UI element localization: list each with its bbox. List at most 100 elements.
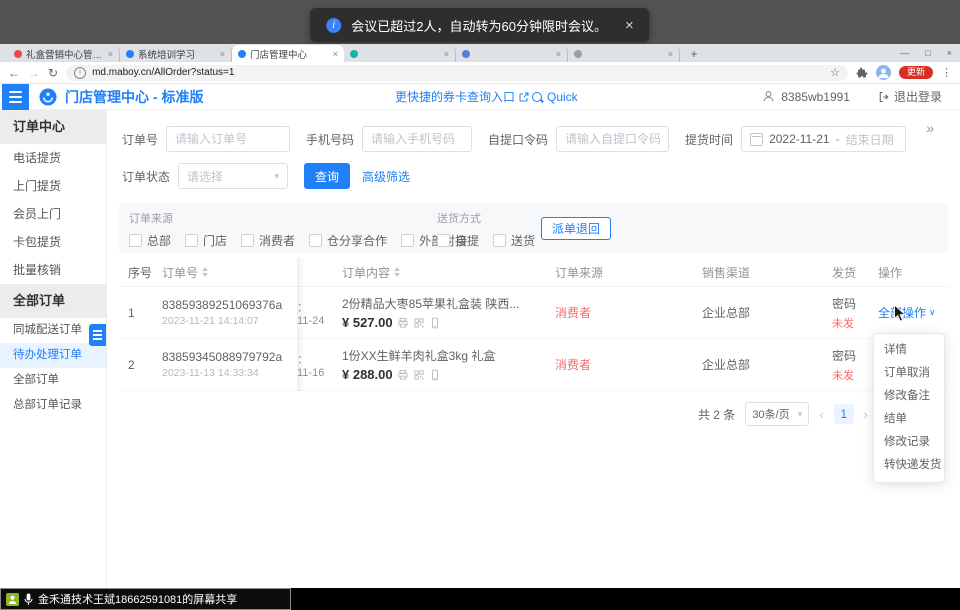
sidebar-section-order-center[interactable]: 订单中心 <box>0 110 106 144</box>
advanced-filter-link[interactable]: 高级筛选 <box>362 168 410 185</box>
sidebar-item-hq-order-records[interactable]: 总部订单记录 <box>0 393 106 418</box>
sidebar-collapse-handle[interactable] <box>89 324 106 346</box>
dispatch-return-button[interactable]: 派单退回 <box>541 217 611 240</box>
checkbox-delivery[interactable]: 送货 <box>493 232 535 249</box>
checkbox-icon <box>437 234 450 247</box>
col-header-order-no[interactable]: 订单号 <box>152 264 297 281</box>
info-icon: i <box>326 18 341 33</box>
tab-close-icon[interactable]: × <box>220 49 225 59</box>
browser-tab-1[interactable]: 礼盒营销中心管理中心 × <box>8 45 120 62</box>
coupon-query-link[interactable]: 更快捷的券卡查询入口 <box>395 88 529 105</box>
menu-item-details[interactable]: 详情 <box>874 339 944 362</box>
col-header-actions: 操作 <box>874 264 948 281</box>
tab-close-icon[interactable]: × <box>668 49 673 59</box>
all-actions-dropdown-trigger[interactable]: 全部操作 ∨ <box>878 304 948 321</box>
sidebar-item-batch-verify[interactable]: 批量核销 <box>0 256 106 284</box>
tab-favicon <box>462 50 470 58</box>
sales-channel: 企业总部 <box>692 356 832 373</box>
menu-toggle-button[interactable] <box>2 84 29 110</box>
quick-search-label: Quick <box>547 90 578 104</box>
pickup-date-range-picker[interactable]: 2022-11-21 - 结束日期 <box>741 126 906 152</box>
phone-icon[interactable] <box>429 317 441 329</box>
next-page-button[interactable]: › <box>864 407 868 422</box>
pickup-code-input[interactable] <box>556 126 669 152</box>
sidebar-item-pending-orders[interactable]: 待办处理订单 <box>0 343 106 368</box>
menu-item-express-ship[interactable]: 转快递发货 <box>874 454 944 477</box>
url-bar[interactable]: i md.maboy.cn/AllOrder?status=1 ☆ <box>66 65 848 81</box>
quick-search[interactable]: Quick <box>532 90 578 104</box>
print-icon[interactable] <box>397 369 409 381</box>
total-count: 共 2 条 <box>698 406 735 423</box>
checkbox-source-warehouse-share[interactable]: 仓分享合作 <box>309 232 387 249</box>
profile-avatar[interactable] <box>876 65 891 80</box>
checkbox-source-hq[interactable]: 总部 <box>129 232 171 249</box>
collapse-filters-icon[interactable]: » <box>926 120 934 136</box>
browser-tab-strip: 礼盒营销中心管理中心 × 系统培训学习 × 门店管理中心 × × × × <box>0 44 960 62</box>
shipping-status-cell: 密码 未发 <box>832 295 874 331</box>
logout-button[interactable]: 退出登录 <box>878 88 942 105</box>
order-no-input[interactable] <box>166 126 290 152</box>
back-icon[interactable]: ← <box>8 67 20 79</box>
browser-menu-kebab-icon[interactable]: ⋮ <box>941 66 952 79</box>
chevron-down-icon: ▾ <box>798 409 803 420</box>
window-maximize-button[interactable]: □ <box>925 48 930 58</box>
window-close-button[interactable]: × <box>947 48 952 58</box>
tab-close-icon[interactable]: × <box>556 49 561 59</box>
checkbox-self-pickup[interactable]: 自提 <box>437 232 479 249</box>
user-icon <box>762 90 775 103</box>
site-info-icon[interactable]: i <box>74 67 86 79</box>
extensions-puzzle-icon[interactable] <box>856 67 868 79</box>
sidebar-item-phone-pickup[interactable]: 电话提货 <box>0 144 106 172</box>
print-icon[interactable] <box>397 317 409 329</box>
forward-icon[interactable]: → <box>28 67 40 79</box>
browser-tab-6[interactable]: × <box>568 45 680 62</box>
window-minimize-button[interactable]: — <box>900 48 909 58</box>
app-header: 门店管理中心 - 标准版 更快捷的券卡查询入口 Quick 8385wb1991… <box>0 84 960 110</box>
tab-title: 系统培训学习 <box>138 47 216 61</box>
order-status-select[interactable]: 请选择 ▾ <box>178 163 288 189</box>
col-header-content[interactable]: 订单内容 <box>332 264 545 281</box>
checkbox-source-consumer[interactable]: 消费者 <box>241 232 295 249</box>
browser-tab-4[interactable]: × <box>344 45 456 62</box>
sort-icons[interactable] <box>202 267 208 277</box>
sort-icons[interactable] <box>394 267 400 277</box>
browser-tab-3-active[interactable]: 门店管理中心 × <box>232 45 344 62</box>
microphone-icon <box>24 593 33 606</box>
phone-input[interactable] <box>362 126 472 152</box>
logout-label: 退出登录 <box>894 88 942 105</box>
user-area: 8385wb1991 退出登录 <box>762 88 942 105</box>
browser-tab-2[interactable]: 系统培训学习 × <box>120 45 232 62</box>
phone-icon[interactable] <box>429 369 441 381</box>
reload-icon[interactable]: ↻ <box>48 67 58 79</box>
tab-close-icon[interactable]: × <box>108 49 113 59</box>
checkbox-source-store[interactable]: 门店 <box>185 232 227 249</box>
menu-item-close-order[interactable]: 结单 <box>874 408 944 431</box>
presenter-avatar-icon <box>6 593 19 606</box>
browser-tab-5[interactable]: × <box>456 45 568 62</box>
sidebar-item-card-pickup[interactable]: 卡包提货 <box>0 228 106 256</box>
sidebar-section-all-orders[interactable]: 全部订单 <box>0 284 106 318</box>
chrome-update-button[interactable]: 更新 <box>899 66 933 79</box>
coupon-qr-icon[interactable] <box>413 317 425 329</box>
new-tab-button[interactable]: + <box>686 46 702 62</box>
menu-item-edit-remark[interactable]: 修改备注 <box>874 385 944 408</box>
page-size-select[interactable]: 30条/页 ▾ <box>745 402 809 426</box>
bookmark-star-icon[interactable]: ☆ <box>830 66 840 79</box>
screen-share-box: 金禾通技术王斌18662591081的屏幕共享 <box>0 588 291 610</box>
order-no-cell: 83859345088979792a 2023-11-13 14:33:34 <box>152 350 297 379</box>
sidebar-item-all-orders[interactable]: 全部订单 <box>0 368 106 393</box>
coupon-qr-icon[interactable] <box>413 369 425 381</box>
search-button[interactable]: 查询 <box>304 163 350 189</box>
tab-close-icon[interactable]: × <box>333 49 338 59</box>
menu-item-cancel-order[interactable]: 订单取消 <box>874 362 944 385</box>
menu-item-edit-history[interactable]: 修改记录 <box>874 431 944 454</box>
tab-close-icon[interactable]: × <box>444 49 449 59</box>
prev-page-button[interactable]: ‹ <box>819 407 823 422</box>
pickup-time-label: 提货时间 <box>685 131 733 148</box>
sidebar-item-door-pickup[interactable]: 上门提货 <box>0 172 106 200</box>
sidebar-item-member-visit[interactable]: 会员上门 <box>0 200 106 228</box>
browser-address-bar: ← → ↻ i md.maboy.cn/AllOrder?status=1 ☆ … <box>0 62 960 84</box>
toast-close-icon[interactable]: × <box>625 17 634 34</box>
page-1-button[interactable]: 1 <box>834 404 854 424</box>
order-source-filter-panel: 订单来源 总部 门店 消费者 仓分享合作 外部对接 送货方式 自提 送货 派单退… <box>119 203 948 253</box>
